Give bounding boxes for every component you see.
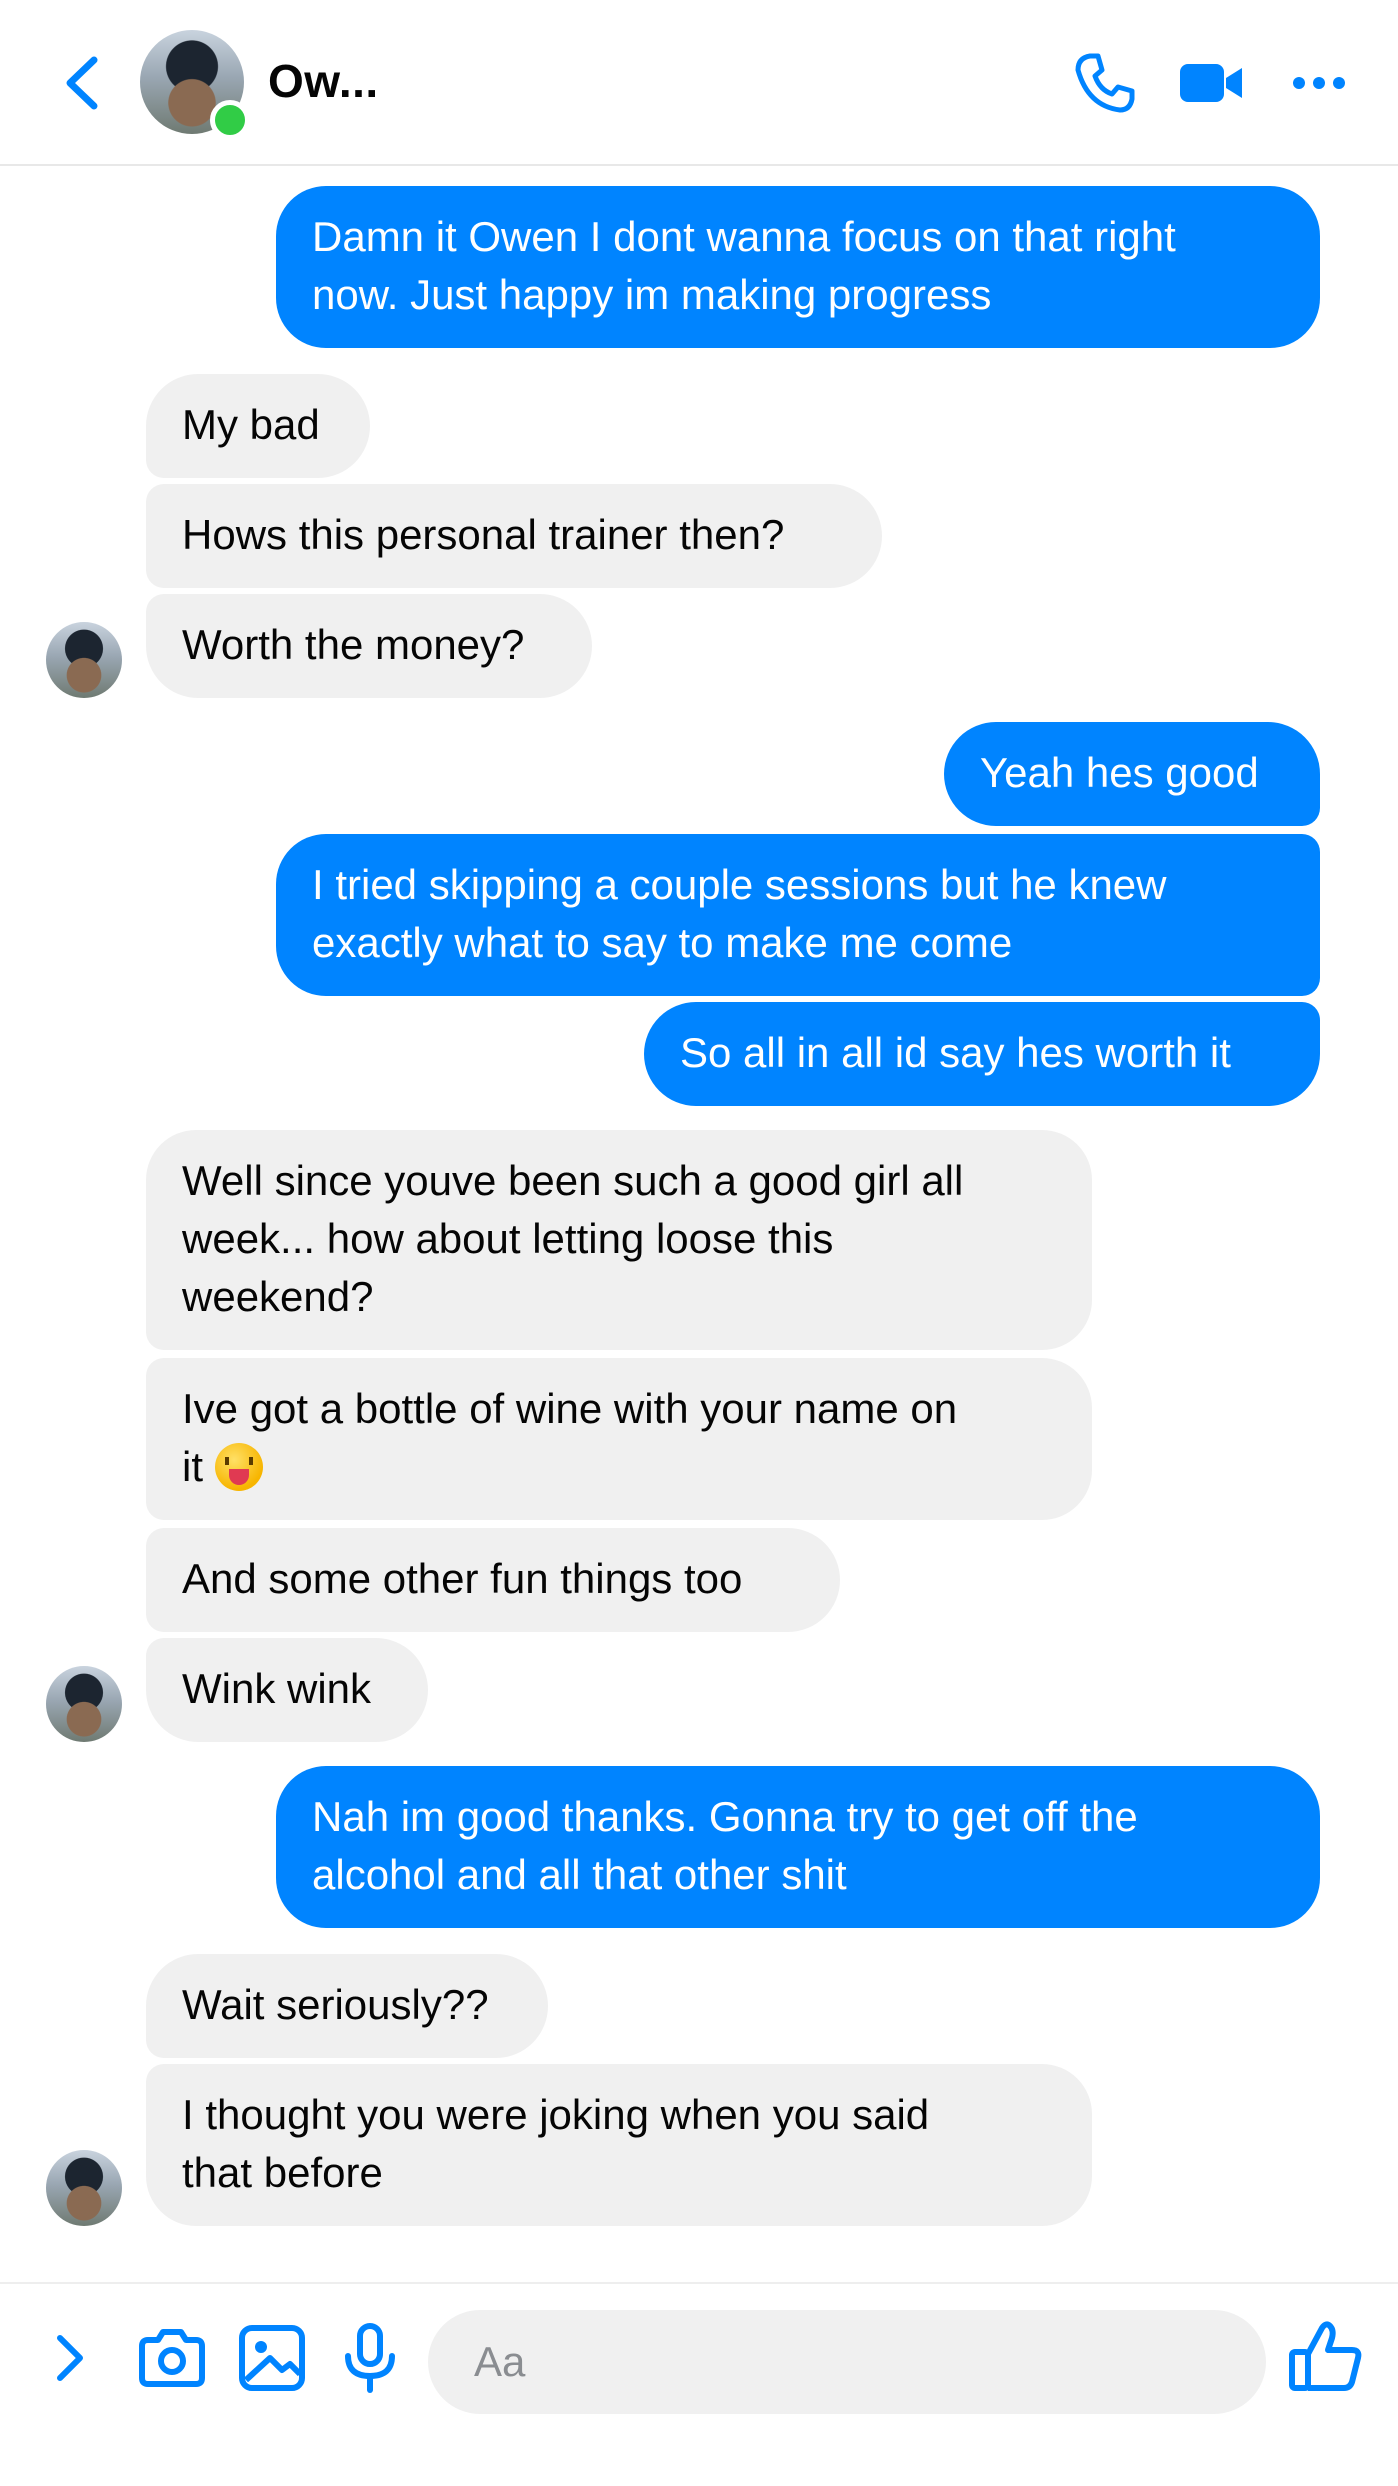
- incoming-message[interactable]: Hows this personal trainer then?: [146, 484, 882, 588]
- outgoing-message[interactable]: Nah im good thanks. Gonna try to get off…: [276, 1766, 1320, 1928]
- message-text: Ive got a bottle of wine with your name …: [182, 1385, 958, 1490]
- incoming-message[interactable]: Well since youve been such a good girl a…: [146, 1130, 1092, 1350]
- incoming-message[interactable]: Wink wink: [146, 1638, 428, 1742]
- chevron-right-icon: [57, 2335, 83, 2381]
- chevron-left-icon: [66, 56, 98, 110]
- incoming-message[interactable]: And some other fun things too: [146, 1528, 840, 1632]
- outgoing-message[interactable]: Damn it Owen I dont wanna focus on that …: [276, 186, 1320, 348]
- camera-icon: [139, 2329, 205, 2387]
- outgoing-message[interactable]: I tried skipping a couple sessions but h…: [276, 834, 1320, 996]
- sender-avatar[interactable]: [46, 622, 122, 698]
- outgoing-message[interactable]: Yeah hes good: [944, 722, 1320, 826]
- video-call-button[interactable]: [1176, 48, 1246, 118]
- incoming-message[interactable]: My bad: [146, 374, 370, 478]
- squinting-face-with-tongue-emoji: [214, 1443, 263, 1491]
- conversation-header: Ow...: [0, 0, 1398, 166]
- incoming-message[interactable]: Ive got a bottle of wine with your name …: [146, 1358, 1092, 1520]
- sender-avatar[interactable]: [46, 2150, 122, 2226]
- message-input[interactable]: [428, 2310, 1266, 2414]
- like-button[interactable]: [1286, 2316, 1366, 2396]
- incoming-message[interactable]: Worth the money?: [146, 594, 592, 698]
- camera-button[interactable]: [134, 2320, 210, 2396]
- incoming-message[interactable]: I thought you were joking when you said …: [146, 2064, 1092, 2226]
- sender-avatar[interactable]: [46, 1666, 122, 1742]
- more-dots-icon: [1293, 77, 1345, 89]
- thumbs-up-icon: [1289, 2321, 1362, 2391]
- incoming-message[interactable]: Wait seriously??: [146, 1954, 548, 2058]
- microphone-icon: [345, 2323, 395, 2393]
- more-options-button[interactable]: [1284, 48, 1354, 118]
- image-icon: [239, 2325, 305, 2391]
- expand-actions-button[interactable]: [32, 2320, 108, 2396]
- online-status-dot: [210, 100, 250, 140]
- voice-message-button[interactable]: [332, 2320, 408, 2396]
- back-button[interactable]: [58, 50, 106, 116]
- video-camera-icon: [1180, 64, 1242, 102]
- outgoing-message[interactable]: So all in all id say hes worth it: [644, 1002, 1320, 1106]
- voice-call-button[interactable]: [1070, 48, 1140, 118]
- phone-icon: [1075, 53, 1135, 113]
- contact-name[interactable]: Ow...: [268, 54, 379, 108]
- gallery-button[interactable]: [234, 2320, 310, 2396]
